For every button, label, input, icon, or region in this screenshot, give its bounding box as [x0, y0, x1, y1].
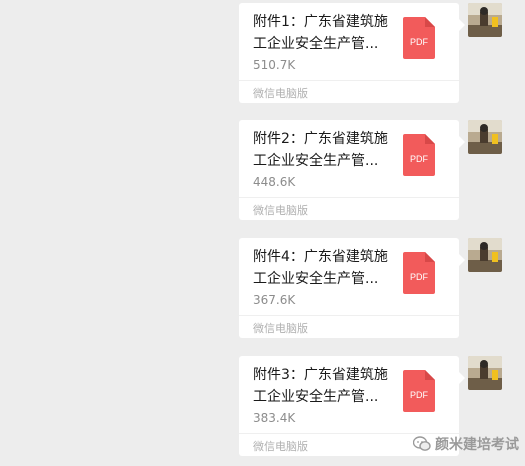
- avatar[interactable]: [468, 356, 502, 390]
- pdf-icon: PDF: [403, 134, 435, 176]
- avatar[interactable]: [468, 120, 502, 154]
- watermark: 颜米建培考试: [413, 434, 519, 454]
- watermark-text: 颜米建培考试: [435, 437, 519, 453]
- pdf-icon-label: PDF: [410, 154, 429, 164]
- pdf-icon: PDF: [403, 17, 435, 59]
- avatar[interactable]: [468, 238, 502, 272]
- source-label: 微信电脑版: [253, 322, 308, 335]
- file-message-card[interactable]: 附件4：广东省建筑施工企业安全生产管... 367.6K PDF 微信电脑版: [239, 238, 465, 338]
- pdf-icon-label: PDF: [410, 390, 429, 400]
- message-row: 附件2：广东省建筑施工企业安全生产管... 448.6K PDF 微信电脑版: [239, 120, 524, 224]
- file-name: 附件1：广东省建筑施工企业安全生产管...: [253, 14, 388, 52]
- file-name: 附件2：广东省建筑施工企业安全生产管...: [253, 131, 388, 169]
- source-label: 微信电脑版: [253, 440, 308, 453]
- file-name: 附件3：广东省建筑施工企业安全生产管...: [253, 367, 388, 405]
- divider: [239, 197, 459, 198]
- file-size: 448.6K: [253, 175, 296, 189]
- message-row: 附件1：广东省建筑施工企业安全生产管... 510.7K PDF 微信电脑版: [239, 3, 524, 107]
- pdf-icon-label: PDF: [410, 272, 429, 282]
- divider: [239, 80, 459, 81]
- message-row: 附件4：广东省建筑施工企业安全生产管... 367.6K PDF 微信电脑版: [239, 238, 524, 342]
- chat-window: 附件1：广东省建筑施工企业安全生产管... 510.7K PDF 微信电脑版 附…: [0, 0, 525, 466]
- file-message-card[interactable]: 附件1：广东省建筑施工企业安全生产管... 510.7K PDF 微信电脑版: [239, 3, 465, 103]
- source-label: 微信电脑版: [253, 204, 308, 217]
- file-size: 383.4K: [253, 411, 296, 425]
- file-size: 510.7K: [253, 58, 296, 72]
- file-message-card[interactable]: 附件2：广东省建筑施工企业安全生产管... 448.6K PDF 微信电脑版: [239, 120, 465, 220]
- file-size: 367.6K: [253, 293, 296, 307]
- pdf-icon-label: PDF: [410, 37, 429, 47]
- file-name: 附件4：广东省建筑施工企业安全生产管...: [253, 249, 388, 287]
- source-label: 微信电脑版: [253, 87, 308, 100]
- divider: [239, 315, 459, 316]
- wechat-official-account-icon: [413, 436, 431, 451]
- pdf-icon: PDF: [403, 370, 435, 412]
- pdf-icon: PDF: [403, 252, 435, 294]
- avatar[interactable]: [468, 3, 502, 37]
